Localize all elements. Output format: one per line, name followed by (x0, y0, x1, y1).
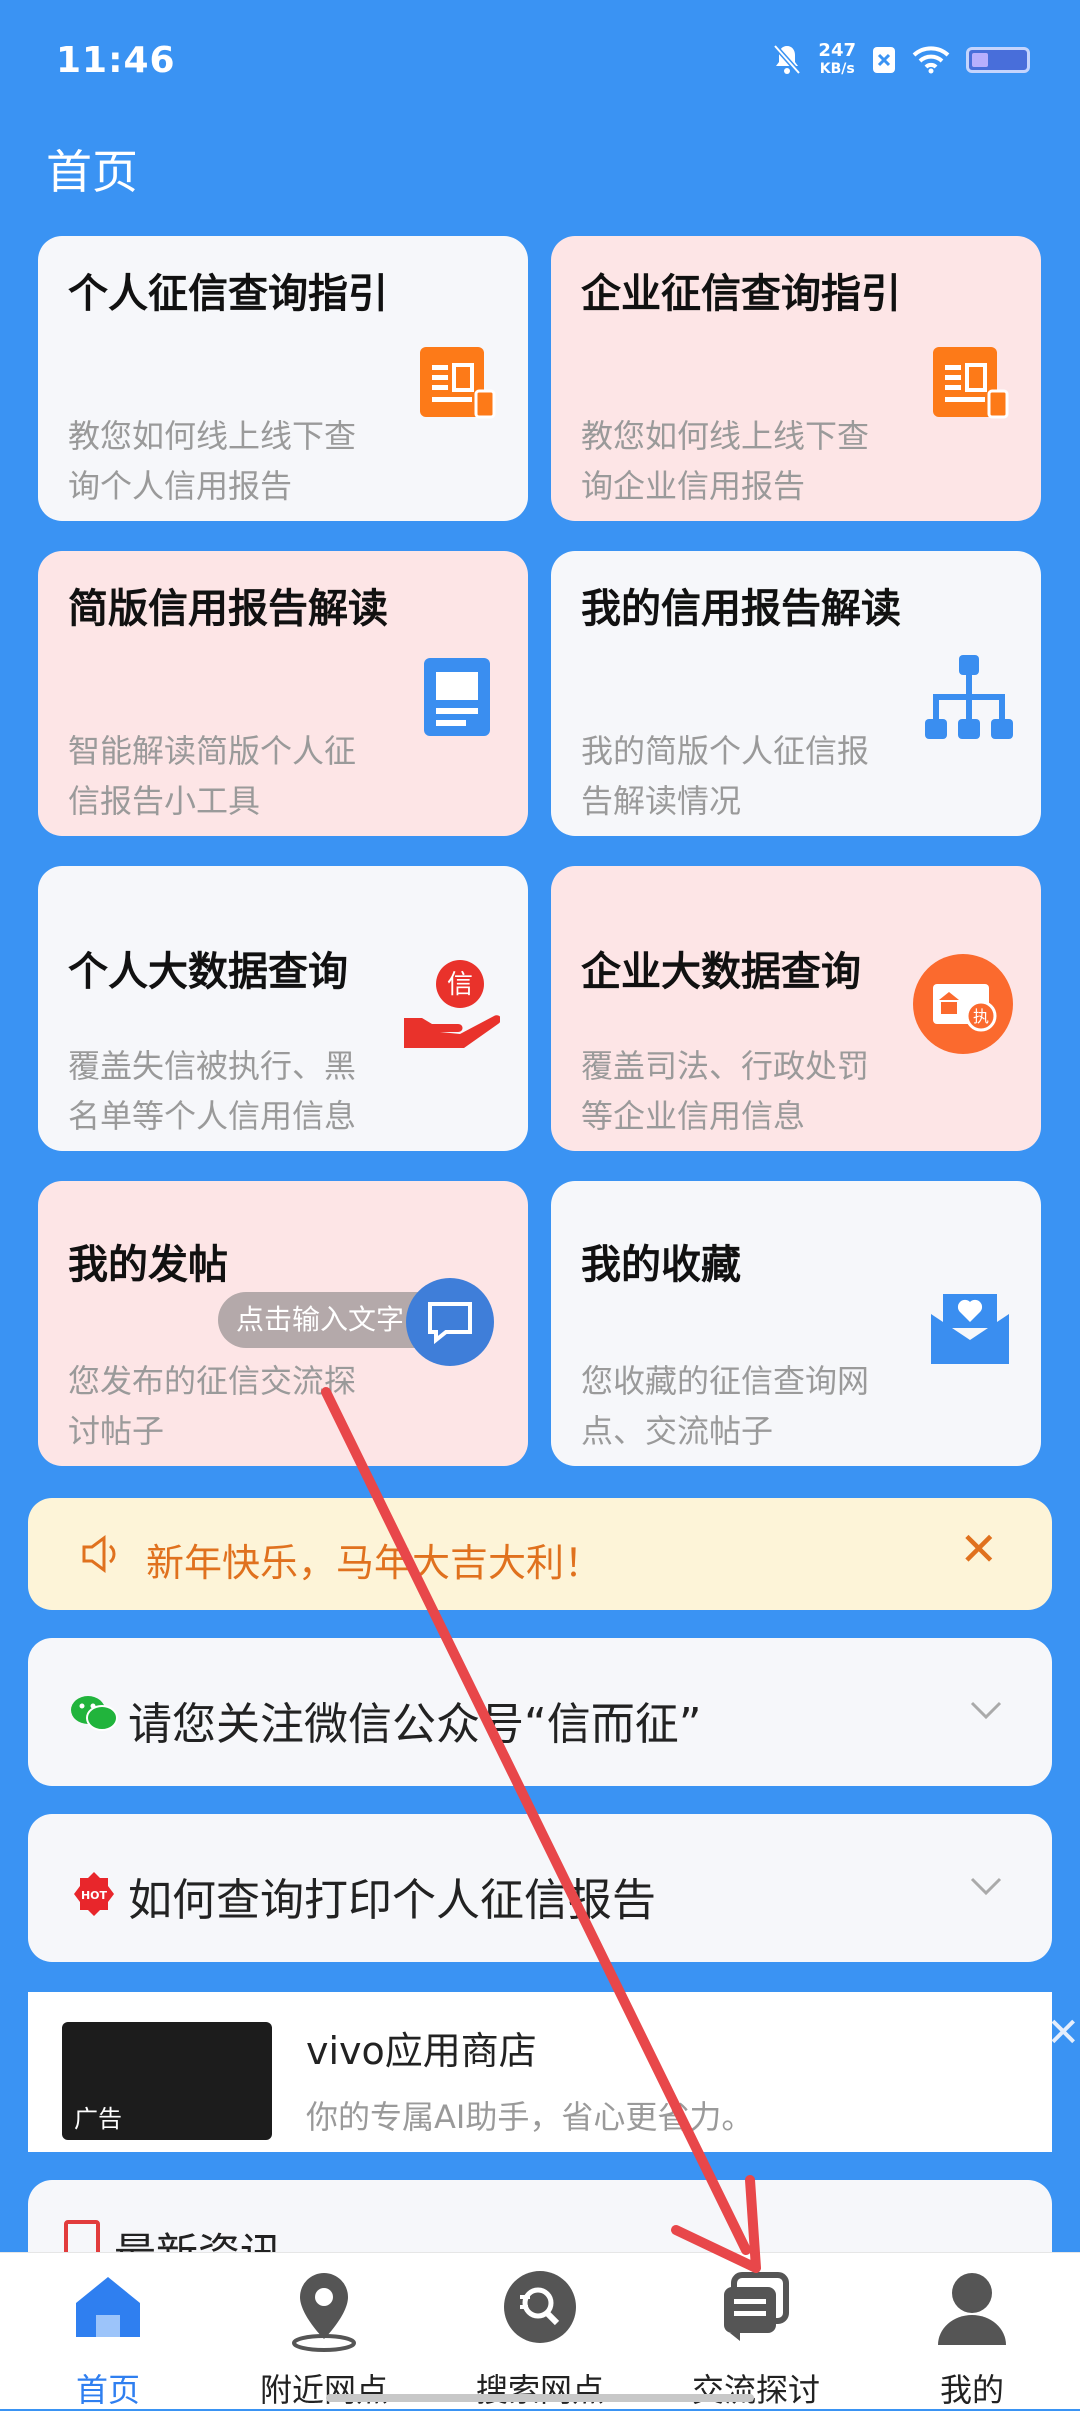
card-title: 我的发帖 (68, 1242, 228, 1288)
card-simple-report-interpretation[interactable]: 简版信用报告解读 智能解读简版个人征信报告小工具 (38, 551, 528, 836)
document-icon (933, 347, 1009, 419)
close-icon[interactable]: ✕ (959, 1522, 998, 1576)
tab-label: 交流探讨 (691, 2371, 820, 2409)
tab-search[interactable]: 搜索网点 (432, 2253, 648, 2409)
card-title: 企业大数据查询 (581, 949, 861, 995)
card-title: 个人征信查询指引 (68, 271, 388, 317)
sim-x-icon (873, 47, 895, 73)
svg-text:执: 执 (973, 1007, 989, 1026)
document-icon (420, 347, 496, 419)
card-desc: 覆盖失信被执行、黑名单等个人信用信息 (68, 1047, 357, 1135)
credit-hand-icon: 信 (404, 960, 500, 1048)
tab-home[interactable]: 首页 (0, 2253, 216, 2409)
status-time: 11:46 (56, 40, 176, 81)
home-icon (76, 2277, 140, 2337)
card-desc: 您收藏的征信查询网点、交流帖子 (581, 1362, 870, 1450)
card-title: 简版信用报告解读 (68, 586, 388, 632)
accordion-text: 请您关注微信公众号“信而征” (128, 1699, 702, 1750)
notice-text: 新年快乐，马年大吉大利！ (146, 1541, 603, 1585)
tab-label: 搜索网点 (475, 2371, 604, 2409)
user-icon (938, 2273, 1006, 2345)
chevron-down-icon[interactable] (966, 1866, 1006, 1906)
accordion-wechat[interactable]: 请您关注微信公众号“信而征” (28, 1638, 1052, 1786)
tab-nearby[interactable]: 附近网点 (216, 2253, 432, 2409)
card-title: 个人大数据查询 (68, 949, 348, 995)
tab-label: 首页 (75, 2371, 140, 2409)
card-personal-big-data[interactable]: 个人大数据查询 覆盖失信被执行、黑名单等个人信用信息 信 (38, 866, 528, 1151)
svg-text:信: 信 (447, 970, 473, 1000)
wechat-icon (71, 1696, 118, 1731)
ad-thumbnail: 广告 (62, 2022, 272, 2140)
hot-icon: HOT (74, 1872, 114, 1916)
home-indicator[interactable] (326, 2394, 754, 2402)
page-title: 首页 (46, 145, 138, 199)
news-icon (64, 2220, 100, 2256)
news-section: 最新资讯 (28, 2180, 1052, 2260)
wifi-icon (912, 46, 950, 74)
card-my-report-interpretation[interactable]: 我的信用报告解读 我的简版个人征信报告解读情况 (551, 551, 1041, 836)
hierarchy-icon (925, 655, 1013, 739)
card-desc: 覆盖司法、行政处罚等企业信用信息 (581, 1047, 870, 1135)
accordion-text: 如何查询打印个人征信报告 (128, 1875, 656, 1926)
svg-text:HOT: HOT (81, 1889, 108, 1902)
status-icons: 247 KB/s (772, 42, 1030, 78)
ad-label: 广告 (74, 2105, 122, 2133)
card-my-favorites[interactable]: 我的收藏 您收藏的征信查询网点、交流帖子 (551, 1181, 1041, 1466)
ad-close-icon[interactable]: ✕ (1046, 2010, 1080, 2056)
card-desc: 您发布的征信交流探讨帖子 (68, 1362, 357, 1450)
card-enterprise-credit-guide[interactable]: 企业征信查询指引 教您如何线上线下查询企业信用报告 (551, 236, 1041, 521)
card-desc: 智能解读简版个人征信报告小工具 (68, 732, 357, 820)
floating-input-hint[interactable]: 点击输入文字 (218, 1292, 423, 1348)
tab-label: 附近网点 (259, 2371, 388, 2409)
bottom-tab-bar: 首页 附近网点 搜索网点 交流探讨 我的 (0, 2252, 1080, 2409)
card-title: 我的信用报告解读 (581, 586, 901, 632)
discussion-icon (724, 2272, 789, 2341)
card-title: 企业征信查询指引 (581, 271, 901, 317)
speed-unit: KB/s (819, 61, 855, 77)
card-desc: 教您如何线上线下查询个人信用报告 (68, 417, 357, 505)
battery-icon (966, 47, 1030, 73)
network-speed: 247 KB/s (818, 42, 856, 78)
tab-discussion[interactable]: 交流探讨 (648, 2253, 864, 2409)
ad-banner[interactable]: 广告 vivo应用商店 你的专属AI助手，省心更省力。 (28, 1992, 1052, 2152)
tab-label: 我的 (939, 2371, 1004, 2409)
ad-name: vivo应用商店 (306, 2029, 537, 2073)
speed-value: 247 (818, 40, 856, 61)
location-pin-icon (292, 2273, 356, 2352)
report-icon (424, 658, 490, 736)
favorite-icon (931, 1294, 1009, 1364)
chat-icon (428, 1302, 472, 1345)
status-bar: 11:46 247 KB/s (0, 0, 1080, 120)
ad-desc: 你的专属AI助手，省心更省力。 (306, 2098, 754, 2136)
notice-bar: 新年快乐，马年大吉大利！ ✕ (28, 1498, 1052, 1610)
enterprise-license-icon: 执 (913, 954, 1013, 1054)
card-desc: 我的简版个人征信报告解读情况 (581, 732, 870, 820)
card-personal-credit-guide[interactable]: 个人征信查询指引 教您如何线上线下查询个人信用报告 (38, 236, 528, 521)
chevron-down-icon[interactable] (966, 1690, 1006, 1730)
accordion-how-to-print[interactable]: HOT 如何查询打印个人征信报告 (28, 1814, 1052, 1962)
card-enterprise-big-data[interactable]: 企业大数据查询 覆盖司法、行政处罚等企业信用信息 执 (551, 866, 1041, 1151)
floating-chat-button[interactable] (406, 1278, 494, 1366)
card-desc: 教您如何线上线下查询企业信用报告 (581, 417, 870, 505)
search-icon (504, 2271, 576, 2343)
card-title: 我的收藏 (581, 1242, 741, 1288)
speaker-icon (82, 1535, 116, 1573)
mute-bell-icon (773, 44, 802, 75)
tab-mine[interactable]: 我的 (864, 2253, 1080, 2409)
